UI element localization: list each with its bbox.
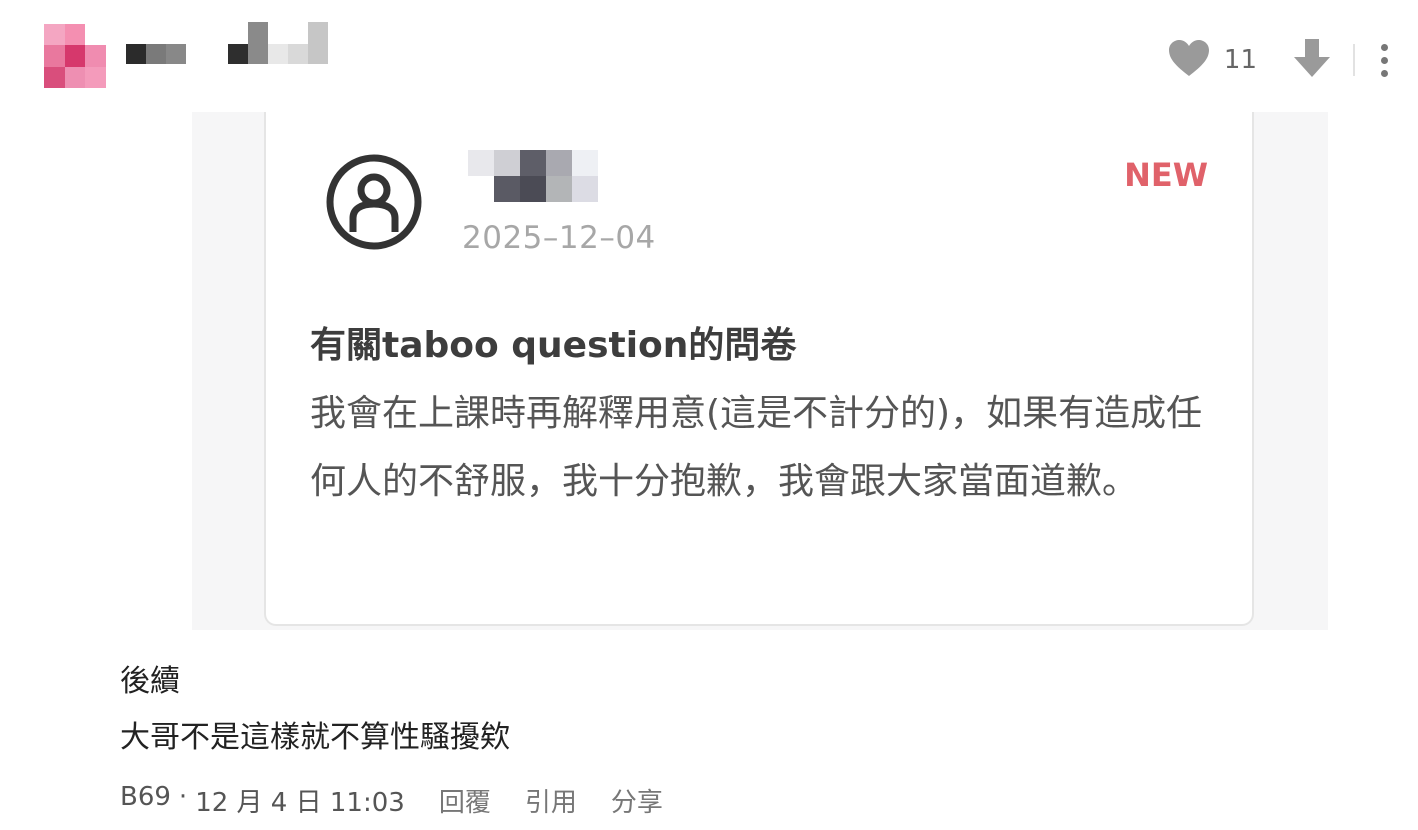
comment-time: 12 月 4 日 11:03 xyxy=(195,788,405,818)
commenter-name[interactable] xyxy=(126,44,186,64)
commenter-department xyxy=(228,22,328,64)
comment-actions: 11 xyxy=(1168,38,1388,82)
user-icon xyxy=(324,152,424,252)
commenter-avatar[interactable] xyxy=(44,24,106,88)
embedded-author-name xyxy=(468,150,598,202)
reply-button[interactable]: 回覆 xyxy=(439,782,491,819)
floor-number: B69 xyxy=(120,782,171,812)
comment-meta: B69 · 12 月 4 日 11:03 回覆 引用 分享 xyxy=(120,782,663,819)
heart-icon[interactable] xyxy=(1168,39,1210,81)
actions-divider xyxy=(1353,44,1355,76)
quote-button[interactable]: 引用 xyxy=(525,782,577,819)
comment-text-line: 後續 xyxy=(120,664,180,699)
embedded-post-body: 我會在上課時再解釋用意(這是不計分的)，如果有造成任何人的不舒服，我十分抱歉，我… xyxy=(310,393,1203,502)
more-vertical-icon[interactable] xyxy=(1381,43,1388,77)
comment-text-line: 大哥不是這樣就不算性騷擾欸 xyxy=(120,720,510,755)
share-button[interactable]: 分享 xyxy=(611,782,663,819)
embedded-post-card[interactable]: 2025–12–04 NEW 有關taboo question的問卷 我會在上課… xyxy=(264,112,1254,626)
arrow-down-icon[interactable] xyxy=(1293,38,1331,82)
embedded-post-date: 2025–12–04 xyxy=(462,220,656,256)
meta-separator: · xyxy=(178,782,188,812)
embedded-post-title: 有關taboo question的問卷 xyxy=(310,325,797,366)
new-badge: NEW xyxy=(1124,156,1208,194)
like-count: 11 xyxy=(1223,45,1257,75)
embedded-post: 2025–12–04 NEW 有關taboo question的問卷 我會在上課… xyxy=(192,112,1328,630)
